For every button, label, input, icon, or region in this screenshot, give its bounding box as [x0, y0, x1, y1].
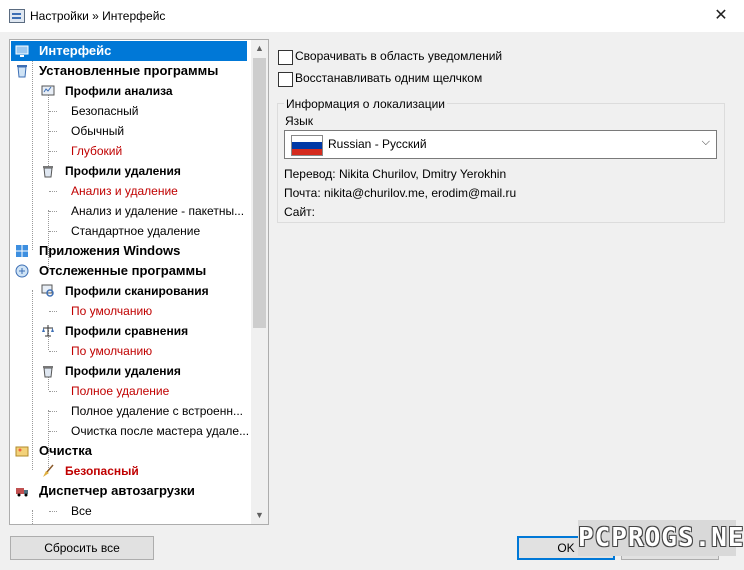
- trash-icon: [41, 364, 55, 378]
- email-info: Почта: nikita@churilov.me, erodim@mail.r…: [284, 186, 517, 200]
- localization-group: [277, 103, 725, 223]
- tree-item[interactable]: Безопасный: [11, 101, 243, 121]
- tree-branch-line: [49, 191, 57, 192]
- tree-branch-line: [49, 211, 57, 212]
- scroll-thumb[interactable]: [253, 58, 266, 328]
- localization-group-title: Информация о локализации: [284, 97, 447, 111]
- language-label: Язык: [285, 114, 314, 128]
- recycle-bin-icon: [15, 64, 29, 78]
- tree-item-label: По умолчанию: [71, 344, 153, 358]
- scroll-down-icon[interactable]: ▼: [251, 507, 268, 524]
- tree-item-label: Обычный: [71, 124, 125, 138]
- tree-item[interactable]: Очистка после мастера удале...: [11, 421, 249, 441]
- tree-item-label: Интерфейс: [39, 43, 112, 58]
- tree-scrollbar[interactable]: ▲ ▼: [251, 40, 268, 524]
- watermark-logo: PCPROGS.NET: [578, 520, 744, 556]
- language-value: Russian - Русский: [328, 137, 427, 151]
- tracked-programs-icon: [15, 264, 29, 278]
- tree-item[interactable]: По умолчанию: [11, 301, 243, 321]
- tree-branch-line: [49, 311, 57, 312]
- tree-item[interactable]: Стандартное удаление: [11, 221, 243, 241]
- translation-info: Перевод: Nikita Churilov, Dmitry Yerokhi…: [284, 167, 507, 181]
- window-title: Настройки » Интерфейс: [30, 9, 166, 23]
- startup-truck-icon: [15, 484, 29, 498]
- tree-item[interactable]: Приложения Windows: [11, 241, 243, 261]
- tree-item-label: Глубокий: [71, 144, 123, 158]
- close-button[interactable]: ✕: [698, 0, 744, 32]
- tree-branch-line: [49, 231, 57, 232]
- tree-item-label: Все: [71, 504, 92, 518]
- tree-item-label: Анализ и удаление - пакетны...: [71, 204, 245, 218]
- tree-item[interactable]: Полное удаление: [11, 381, 243, 401]
- reset-all-button[interactable]: Сбросить все: [10, 536, 154, 560]
- tree-item[interactable]: Анализ и удаление - пакетны...: [11, 201, 245, 221]
- tree-branch-line: [49, 111, 57, 112]
- tree-branch-line: [49, 151, 57, 152]
- tree-item[interactable]: По умолчанию: [11, 341, 243, 361]
- tree-item-label: Установленные программы: [39, 63, 219, 78]
- tree-branch-line: [49, 511, 57, 512]
- tree-item-label: Очистка: [39, 443, 92, 458]
- tree-item-label: Диспетчер автозагрузки: [39, 483, 195, 498]
- restore-single-click-label[interactable]: Восстанавливать одним щелчком: [295, 71, 482, 85]
- tree-item-label: Стандартное удаление: [71, 224, 201, 238]
- tree-item[interactable]: Отслеженные программы: [11, 261, 243, 281]
- scan-profile-icon: [41, 284, 55, 298]
- tree-item[interactable]: Профили удаления: [11, 361, 243, 381]
- settings-window-icon: [9, 9, 25, 23]
- tree-item[interactable]: Диспетчер автозагрузки: [11, 481, 243, 501]
- tree-item[interactable]: Глубокий: [11, 141, 243, 161]
- tree-item[interactable]: Профили сканирования: [11, 281, 243, 301]
- scroll-up-icon[interactable]: ▲: [251, 40, 268, 57]
- tree-branch-line: [49, 351, 57, 352]
- tree-item[interactable]: Анализ и удаление: [11, 181, 243, 201]
- tree-item-label: Профили удаления: [65, 364, 181, 378]
- site-info: Сайт:: [284, 205, 316, 219]
- tree-item-label: Профили анализа: [65, 84, 173, 98]
- tree-item[interactable]: Полное удаление с встроенн...: [11, 401, 243, 421]
- tree-item[interactable]: Обычный: [11, 121, 243, 141]
- trash-icon: [41, 164, 55, 178]
- tree-item[interactable]: Очистка: [11, 441, 243, 461]
- tree-branch-line: [49, 411, 57, 412]
- tree-branch-line: [49, 131, 57, 132]
- tree-branch-line: [49, 391, 57, 392]
- tree-item[interactable]: Профили сравнения: [11, 321, 243, 341]
- scales-icon: [41, 324, 55, 338]
- tree-item-label: Безопасный: [65, 464, 139, 478]
- russian-flag-icon: [291, 135, 323, 156]
- tree-item-label: Полное удаление с встроенн...: [71, 404, 243, 418]
- tree-item-label: Анализ и удаление: [71, 184, 178, 198]
- tree-item-label: Отслеженные программы: [39, 263, 207, 278]
- tree-item-label: Полное удаление: [71, 384, 170, 398]
- restore-single-click-checkbox[interactable]: [278, 72, 293, 87]
- tree-item-label: По умолчанию: [71, 304, 153, 318]
- tree-item-label: Безопасный: [71, 104, 139, 118]
- analysis-profile-icon: [41, 84, 55, 98]
- windows-icon: [15, 244, 29, 258]
- title-bar: Настройки » Интерфейс ✕: [0, 0, 744, 32]
- tree-item-label: Очистка после мастера удале...: [71, 424, 250, 438]
- tree-item[interactable]: Установленные программы: [11, 61, 243, 81]
- tree-item-label: Профили сравнения: [65, 324, 189, 338]
- tree-item[interactable]: Интерфейс: [11, 41, 247, 61]
- minimize-to-tray-checkbox[interactable]: [278, 50, 293, 65]
- cleanup-icon: [15, 444, 29, 458]
- tree-item-label: Приложения Windows: [39, 243, 181, 258]
- tree-item-label: Профили сканирования: [65, 284, 209, 298]
- monitor-icon: [15, 44, 29, 58]
- tree-item[interactable]: Профили удаления: [11, 161, 243, 181]
- tree-branch-line: [49, 431, 57, 432]
- chevron-down-icon[interactable]: ⌵: [702, 136, 710, 149]
- tree-item[interactable]: Безопасный: [11, 461, 243, 481]
- tree-item[interactable]: Профили анализа: [11, 81, 243, 101]
- tree-item[interactable]: Все: [11, 501, 243, 521]
- tree-item-label: Профили удаления: [65, 164, 181, 178]
- minimize-to-tray-label[interactable]: Сворачивать в область уведомлений: [295, 49, 502, 63]
- language-dropdown[interactable]: Russian - Русский ⌵: [284, 130, 717, 159]
- broom-icon: [41, 464, 55, 478]
- settings-tree[interactable]: Интерфейс Установленные программы Профили …: [9, 39, 269, 525]
